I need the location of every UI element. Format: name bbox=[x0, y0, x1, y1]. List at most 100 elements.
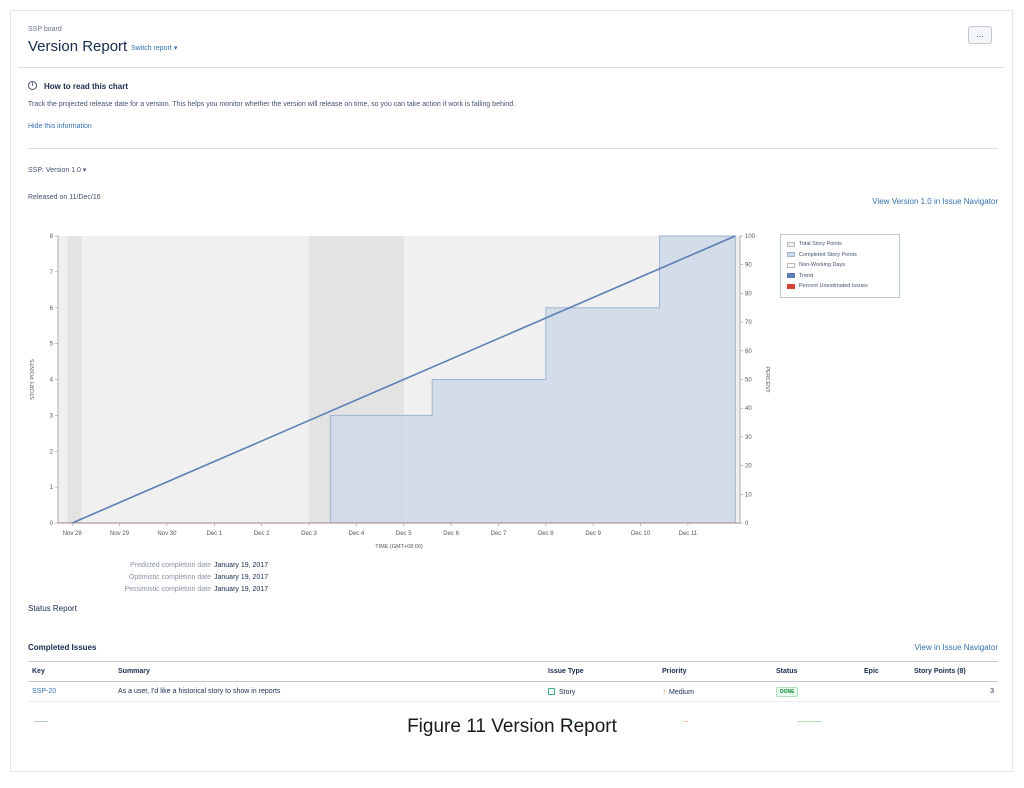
x-tick-label: Nov 28 bbox=[63, 531, 83, 537]
y-tick-label-left: 7 bbox=[50, 270, 54, 276]
column-header-issue-type[interactable]: Issue Type bbox=[544, 661, 658, 682]
issue-type-label: Story bbox=[559, 688, 576, 696]
y-tick-label-left: 2 bbox=[50, 449, 54, 455]
issue-epic bbox=[860, 681, 910, 702]
table-header-row: Key Summary Issue Type Priority Status E… bbox=[28, 661, 998, 682]
switch-report-dropdown[interactable]: Switch report ▾ bbox=[131, 44, 177, 52]
y-tick-label-right: 90 bbox=[745, 263, 752, 269]
y-axis-title-left: STORY POINTS bbox=[30, 359, 36, 400]
x-tick-label: Dec 6 bbox=[443, 531, 459, 537]
y-tick-label-right: 30 bbox=[745, 435, 752, 441]
x-tick-label: Dec 5 bbox=[396, 531, 412, 537]
x-tick-label: Dec 11 bbox=[679, 531, 698, 537]
predicted-completion-row: Predicted completion date January 19, 201… bbox=[78, 562, 338, 569]
completed-issues-table: Key Summary Issue Type Priority Status E… bbox=[28, 661, 998, 702]
legend-swatch bbox=[787, 283, 795, 289]
chart-legend: Total Story Points Completed Story Points… bbox=[780, 234, 900, 298]
board-name[interactable]: SSP board bbox=[28, 26, 62, 33]
info-title: How to read this chart bbox=[44, 82, 129, 91]
issue-summary: As a user, I'd like a historical story t… bbox=[114, 681, 544, 702]
column-header-story-points[interactable]: Story Points (8) bbox=[910, 661, 998, 682]
version-report-panel: SSP board Version Report Switch report ▾… bbox=[18, 16, 1004, 748]
info-icon: i bbox=[28, 81, 37, 90]
y-tick-label-left: 1 bbox=[50, 485, 54, 491]
legend-swatch bbox=[787, 252, 795, 258]
priority-medium-icon: ↑ bbox=[662, 687, 666, 696]
version-selector[interactable]: SSP: Version 1.0 ▾ bbox=[28, 166, 86, 174]
priority-label: Medium bbox=[669, 689, 694, 696]
y-tick-label-right: 70 bbox=[745, 320, 752, 326]
legend-item: Percent Unestimated Issues bbox=[787, 281, 893, 292]
predicted-completion-label: Predicted completion date bbox=[130, 562, 211, 569]
legend-label: Completed Story Points bbox=[799, 251, 857, 258]
legend-item: Non-Working Days bbox=[787, 260, 893, 271]
version-selector-label: SSP: Version 1.0 bbox=[28, 167, 81, 174]
column-header-epic[interactable]: Epic bbox=[860, 661, 910, 682]
pessimistic-completion-label: Pessimistic completion date bbox=[124, 586, 211, 593]
optimistic-completion-row: Optimistic completion date January 19, 20… bbox=[78, 574, 338, 581]
y-tick-label-right: 10 bbox=[745, 492, 752, 498]
y-tick-label-left: 4 bbox=[50, 378, 54, 384]
optimistic-completion-value: January 19, 2017 bbox=[214, 574, 269, 581]
chevron-down-icon: ▾ bbox=[173, 45, 178, 52]
figure-caption: Figure 11 Version Report bbox=[407, 716, 617, 737]
y-tick-label-left: 8 bbox=[50, 234, 54, 240]
info-description: Track the projected release date for a v… bbox=[28, 101, 516, 108]
non-working-day-band bbox=[67, 236, 82, 523]
x-tick-label: Dec 4 bbox=[349, 531, 365, 537]
y-tick-label-right: 20 bbox=[745, 464, 752, 470]
pessimistic-completion-row: Pessimistic completion date January 19, 2… bbox=[78, 586, 338, 593]
legend-label: Total Story Points bbox=[799, 241, 842, 248]
legend-item: Total Story Points bbox=[787, 239, 893, 250]
legend-item: Trend bbox=[787, 271, 893, 282]
column-header-key[interactable]: Key bbox=[28, 661, 114, 682]
column-header-priority[interactable]: Priority bbox=[658, 661, 772, 682]
legend-swatch bbox=[787, 241, 795, 247]
legend-label: Trend bbox=[799, 272, 814, 279]
y-tick-label-right: 40 bbox=[745, 406, 752, 412]
x-tick-label: Nov 29 bbox=[110, 531, 130, 537]
y-tick-label-left: 5 bbox=[50, 342, 54, 348]
status-report-heading: Status Report bbox=[28, 604, 77, 613]
hide-information-link[interactable]: Hide this information bbox=[28, 123, 92, 130]
legend-label: Percent Unestimated Issues bbox=[799, 283, 868, 290]
report-header: SSP board Version Report Switch report ▾… bbox=[18, 16, 1004, 68]
view-in-issue-navigator-link[interactable]: View in Issue Navigator bbox=[915, 643, 998, 652]
x-tick-label: Nov 30 bbox=[157, 531, 177, 537]
y-tick-label-left: 0 bbox=[50, 521, 54, 527]
table-row: SSP-20 As a user, I'd like a historical … bbox=[28, 681, 998, 702]
page-title: Version Report bbox=[28, 38, 128, 55]
y-tick-label-right: 80 bbox=[745, 291, 752, 297]
optimistic-completion-label: Optimistic completion date bbox=[128, 574, 211, 581]
x-tick-label: Dec 1 bbox=[206, 531, 222, 537]
y-tick-label-right: 0 bbox=[745, 521, 749, 527]
section-divider bbox=[28, 148, 998, 149]
issue-story-points: 3 bbox=[910, 681, 998, 702]
status-badge: DONE bbox=[776, 686, 799, 697]
y-tick-label-right: 50 bbox=[745, 378, 752, 384]
predicted-completion-value: January 19, 2017 bbox=[214, 562, 269, 569]
x-tick-label: Dec 7 bbox=[491, 531, 507, 537]
y-tick-label-right: 100 bbox=[745, 234, 756, 240]
y-tick-label-left: 6 bbox=[50, 306, 54, 312]
x-tick-label: Dec 9 bbox=[585, 531, 601, 537]
column-header-status[interactable]: Status bbox=[772, 661, 860, 682]
x-tick-label: Dec 10 bbox=[631, 531, 651, 537]
more-actions-button[interactable]: ... bbox=[968, 26, 992, 44]
completed-issues-heading: Completed Issues bbox=[28, 643, 97, 652]
x-axis-title: TIME (GMT+08:00) bbox=[375, 544, 423, 550]
issue-key-link[interactable]: SSP-20 bbox=[32, 688, 56, 695]
chevron-down-icon: ▾ bbox=[82, 167, 87, 174]
story-icon bbox=[548, 687, 555, 695]
y-tick-label-right: 60 bbox=[745, 349, 752, 355]
column-header-summary[interactable]: Summary bbox=[114, 661, 544, 682]
y-axis-title-right: PERCENT bbox=[764, 366, 770, 393]
view-version-link[interactable]: View Version 1.0 in Issue Navigator bbox=[872, 197, 998, 206]
legend-swatch bbox=[787, 262, 795, 268]
version-report-chart: 0123456780102030405060708090100Nov 28 Nov… bbox=[30, 234, 770, 550]
legend-label: Non-Working Days bbox=[799, 262, 846, 269]
y-tick-label-left: 3 bbox=[50, 413, 54, 419]
x-tick-label: Dec 2 bbox=[254, 531, 270, 537]
x-tick-label: Dec 8 bbox=[538, 531, 554, 537]
x-tick-label: Dec 3 bbox=[301, 531, 317, 537]
